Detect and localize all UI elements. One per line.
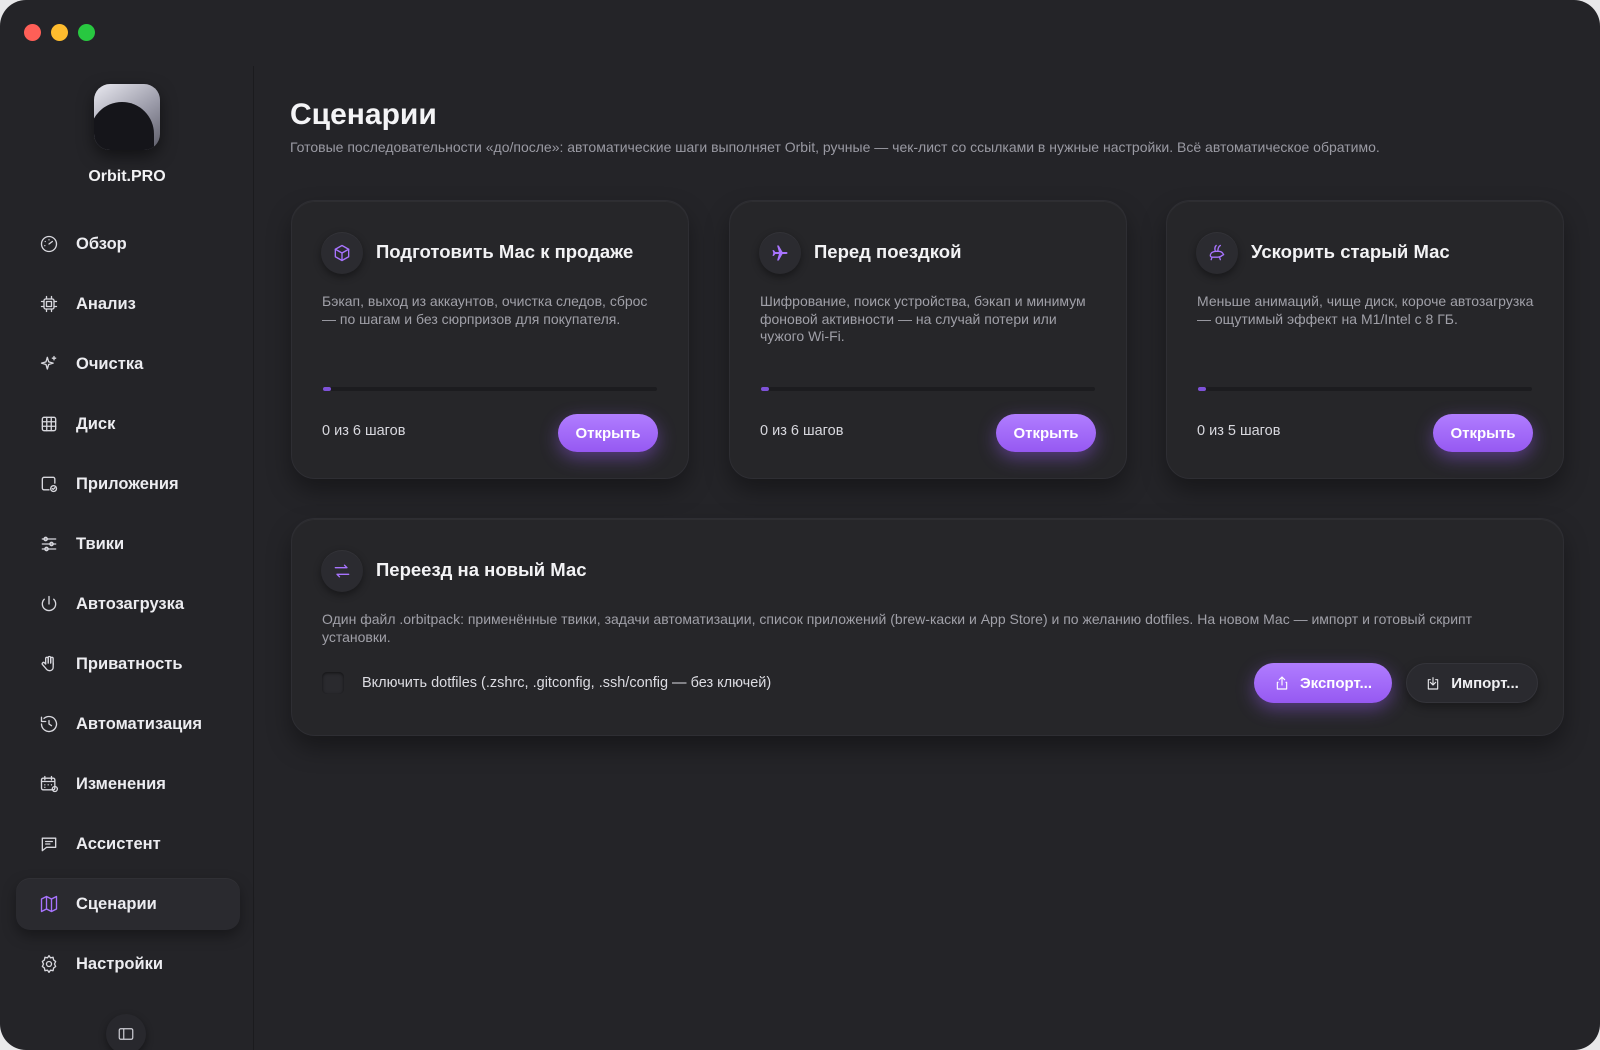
open-scenario-button[interactable]: Открыть <box>1433 414 1533 452</box>
airplane-icon <box>759 232 801 274</box>
page-subtitle: Готовые последовательности «до/после»: а… <box>290 139 1380 155</box>
rabbit-icon <box>1196 232 1238 274</box>
sidebar-item-label: Изменения <box>76 774 166 793</box>
sidebar-toggle-icon <box>118 1028 134 1040</box>
import-icon <box>1427 677 1439 690</box>
migration-description: Один файл .orbitpack: применённые твики,… <box>322 611 1473 645</box>
scenario-progress-bar <box>1198 387 1532 391</box>
map-icon <box>38 893 60 915</box>
dotfiles-checkbox[interactable] <box>322 672 344 694</box>
sidebar-item-label: Диск <box>76 414 116 433</box>
sidebar-item-apps[interactable]: Приложения <box>16 458 240 510</box>
sidebar-item-tweaks[interactable]: Твики <box>16 518 240 570</box>
sidebar-item-label: Ассистент <box>76 834 161 853</box>
gauge-icon <box>38 233 60 255</box>
scenario-title: Перед поездкой <box>814 241 962 262</box>
scenario-steps-count: 0 из 6 шагов <box>760 423 844 439</box>
sidebar-item-label: Автоматизация <box>76 714 203 733</box>
power-icon <box>38 593 60 615</box>
app-window: Orbit.PRO Обзор Анализ Очистка Диск Прил… <box>0 0 1600 1050</box>
sidebar-item-settings[interactable]: Настройки <box>16 938 240 990</box>
app-logo <box>94 84 160 150</box>
calendar-icon <box>38 773 60 795</box>
progress-fill <box>1198 387 1206 391</box>
scenario-title: Ускорить старый Мас <box>1251 241 1450 262</box>
sidebar-item-label: Обзор <box>76 234 127 253</box>
sidebar-item-privacy[interactable]: Приватность <box>16 638 240 690</box>
sidebar-item-scenarios[interactable]: Сценарии <box>16 878 240 930</box>
scenario-progress-bar <box>761 387 1095 391</box>
progress-fill <box>323 387 331 391</box>
cpu-icon <box>38 293 60 315</box>
open-scenario-button[interactable]: Открыть <box>996 414 1096 452</box>
progress-fill <box>761 387 769 391</box>
sidebar-item-cleanup[interactable]: Очистка <box>16 338 240 390</box>
sidebar: Orbit.PRO Обзор Анализ Очистка Диск Прил… <box>0 0 254 1050</box>
scenario-progress-bar <box>323 387 657 391</box>
history-icon <box>38 713 60 735</box>
scenario-description: Меньше анимаций, чище диск, короче автоз… <box>1197 293 1534 327</box>
migration-title: Переезд на новый Мас <box>376 559 587 580</box>
sidebar-item-label: Приватность <box>76 654 183 673</box>
sidebar-item-changes[interactable]: Изменения <box>16 758 240 810</box>
open-scenario-button[interactable]: Открыть <box>558 414 658 452</box>
scenario-title: Подготовить Мас к продаже <box>376 241 634 262</box>
sidebar-item-label: Сценарии <box>76 894 157 913</box>
chat-icon <box>38 833 60 855</box>
grid-icon <box>38 413 60 435</box>
migration-card: Переезд на новый Мас Один файл .orbitpac… <box>291 518 1564 736</box>
export-label: Экспорт... <box>1299 674 1373 692</box>
sidebar-item-overview[interactable]: Обзор <box>16 218 240 270</box>
scenario-card-speed-up: Ускорить старый Мас Меньше анимаций, чищ… <box>1166 200 1564 479</box>
scenario-description: Бэкап, выход из аккаунтов, очистка следо… <box>322 293 648 327</box>
app-name: Orbit.PRO <box>88 168 166 185</box>
scenario-steps-count: 0 из 6 шагов <box>322 423 406 439</box>
scenario-description: Шифрование, поиск устройства, бэкап и ми… <box>760 293 1086 344</box>
share-icon <box>1276 676 1288 690</box>
sidebar-item-analysis[interactable]: Анализ <box>16 278 240 330</box>
page-title: Сценарии <box>290 98 437 131</box>
scenario-steps-count: 0 из 5 шагов <box>1197 423 1281 439</box>
sidebar-item-label: Приложения <box>76 474 179 493</box>
swap-arrows-icon <box>321 550 363 592</box>
sidebar-divider <box>253 66 254 1050</box>
sidebar-item-automation[interactable]: Автоматизация <box>16 698 240 750</box>
sliders-icon <box>38 533 60 555</box>
sidebar-item-disk[interactable]: Диск <box>16 398 240 450</box>
toggle-sidebar-button[interactable] <box>106 1014 146 1050</box>
box-icon <box>321 232 363 274</box>
scenario-card-sell-mac: Подготовить Мас к продаже Бэкап, выход и… <box>291 200 689 479</box>
import-label: Импорт... <box>1451 674 1519 692</box>
sparkle-icon <box>38 353 60 375</box>
sidebar-item-label: Очистка <box>76 354 144 373</box>
sidebar-item-label: Настройки <box>76 954 164 973</box>
sidebar-nav: Обзор Анализ Очистка Диск Приложения Тви… <box>16 218 240 998</box>
sidebar-item-startup[interactable]: Автозагрузка <box>16 578 240 630</box>
sidebar-item-label: Анализ <box>76 294 136 313</box>
hand-icon <box>38 653 60 675</box>
import-button[interactable]: Импорт... <box>1406 663 1538 703</box>
dotfiles-checkbox-label[interactable]: Включить dotfiles (.zshrc, .gitconfig, .… <box>362 675 771 691</box>
app-check-icon <box>38 473 60 495</box>
export-button[interactable]: Экспорт... <box>1254 663 1392 703</box>
sidebar-item-assistant[interactable]: Ассистент <box>16 818 240 870</box>
sidebar-item-label: Твики <box>76 534 125 553</box>
sidebar-item-label: Автозагрузка <box>76 594 185 613</box>
scenario-card-before-trip: Перед поездкой Шифрование, поиск устройс… <box>729 200 1127 479</box>
gear-icon <box>38 953 60 975</box>
